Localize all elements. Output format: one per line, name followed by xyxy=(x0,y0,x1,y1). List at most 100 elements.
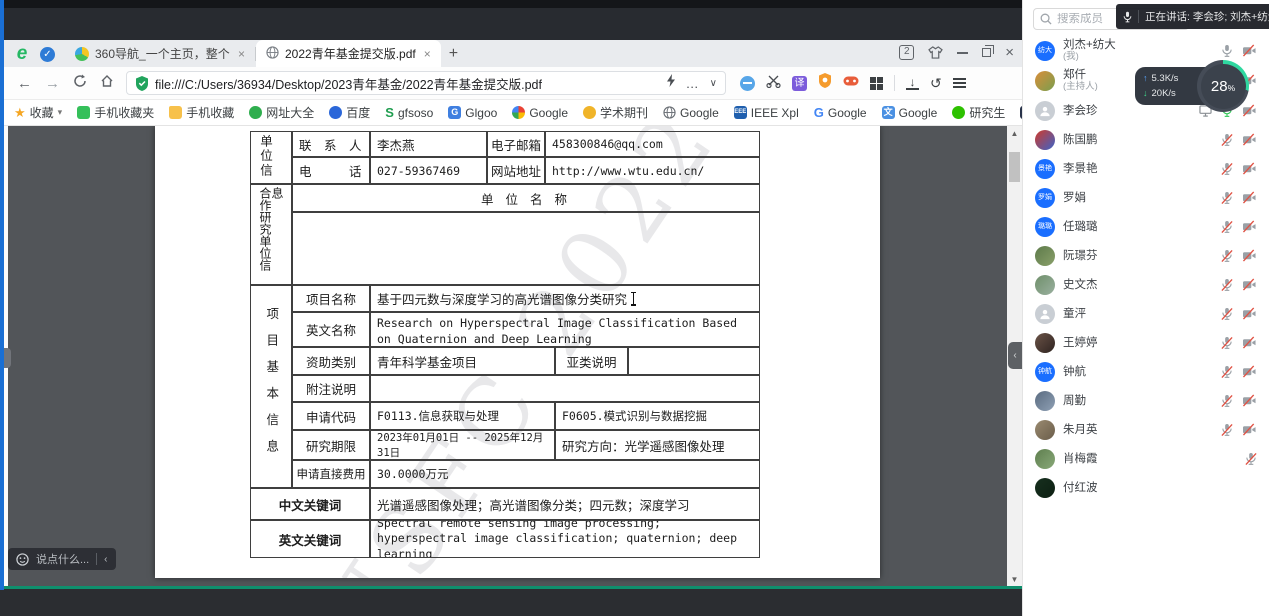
mic-icon[interactable] xyxy=(1221,44,1233,58)
bookmark-item[interactable]: Google xyxy=(512,106,568,120)
toolbar-divider xyxy=(894,75,895,91)
participant-row[interactable]: 周勤 xyxy=(1023,386,1269,415)
refresh-icon[interactable] xyxy=(73,74,87,92)
bookmark-item[interactable]: 网址大全 xyxy=(249,104,314,121)
camera-off-icon[interactable] xyxy=(1242,278,1257,291)
left-panel-handle[interactable] xyxy=(4,348,11,368)
bookmark-item[interactable]: EEEIEEE Xpl xyxy=(734,106,799,120)
participant-row[interactable]: 付红波 xyxy=(1023,473,1269,502)
mic-muted-icon[interactable] xyxy=(1221,278,1233,292)
chevron-down-icon[interactable]: ∨ xyxy=(710,78,717,89)
participant-row[interactable]: 景艳李景艳 xyxy=(1023,154,1269,183)
download-icon[interactable]: ↓ xyxy=(906,77,919,90)
bookmark-caret-icon[interactable]: ▾ xyxy=(58,107,63,118)
mic-muted-icon[interactable] xyxy=(1221,162,1233,176)
tab-pdf-active[interactable]: 2022青年基金提交版.pdf × xyxy=(256,40,441,67)
participant-row[interactable]: 钟航钟航 xyxy=(1023,357,1269,386)
security-check-icon[interactable]: ✓ xyxy=(40,47,55,62)
bookmark-item[interactable]: 学术期刊 xyxy=(583,104,648,121)
home-icon[interactable] xyxy=(100,74,114,92)
mic-muted-icon[interactable] xyxy=(1221,249,1233,263)
more-dots-icon[interactable]: … xyxy=(686,76,700,91)
participant-row[interactable]: 王婷婷 xyxy=(1023,328,1269,357)
tab1-close-icon[interactable]: × xyxy=(236,47,247,61)
url-field[interactable]: file:///C:/Users/36934/Desktop/2023青年基金/… xyxy=(126,71,726,95)
participant-name: 朱月英 xyxy=(1063,424,1098,436)
emoji-icon[interactable] xyxy=(16,553,29,566)
camera-off-icon[interactable] xyxy=(1242,133,1257,146)
close-button[interactable]: × xyxy=(1005,48,1014,58)
scroll-down-icon[interactable]: ▼ xyxy=(1007,572,1022,587)
meeting-bottom-bar xyxy=(0,589,1022,616)
mic-muted-icon[interactable] xyxy=(1221,365,1233,379)
translate-icon[interactable]: 译 xyxy=(792,76,807,91)
shield-extension-icon[interactable] xyxy=(818,73,832,93)
browser-360-logo-icon[interactable]: e xyxy=(12,44,32,64)
participant-row[interactable]: 纺大刘杰+纺大(我) xyxy=(1023,36,1269,65)
camera-off-icon[interactable] xyxy=(1242,44,1257,57)
participant-row[interactable]: 陈国鹏 xyxy=(1023,125,1269,154)
new-tab-button[interactable]: + xyxy=(449,45,458,63)
mic-muted-icon[interactable] xyxy=(1221,307,1233,321)
camera-off-icon[interactable] xyxy=(1242,191,1257,204)
bookmark-item[interactable]: 研究生 xyxy=(952,104,1005,121)
tab-360-nav[interactable]: 360导航_一个主页，整个世界 × xyxy=(65,40,255,67)
cpu-gauge[interactable]: 28% xyxy=(1197,60,1249,112)
bookmark-item[interactable]: Google xyxy=(663,106,719,120)
bookmark-item[interactable]: 文Google xyxy=(882,106,938,120)
bookmark-item[interactable]: Sgfsoso xyxy=(385,105,433,120)
camera-off-icon[interactable] xyxy=(1242,162,1257,175)
camera-off-icon[interactable] xyxy=(1242,104,1257,117)
avatar xyxy=(1035,478,1055,498)
window-top-strip xyxy=(0,0,1022,8)
gamepad-icon[interactable] xyxy=(843,74,859,92)
chat-divider xyxy=(96,553,97,565)
bookmark-item[interactable]: 手机收藏夹 xyxy=(77,104,154,121)
scrollbar-thumb[interactable] xyxy=(1009,152,1020,182)
camera-off-icon[interactable] xyxy=(1242,307,1257,320)
scissors-icon[interactable] xyxy=(766,74,781,93)
theme-shirt-icon[interactable] xyxy=(928,46,943,59)
chat-input-pill[interactable]: 说点什么... ‹ xyxy=(8,548,116,570)
mic-muted-icon[interactable] xyxy=(1221,336,1233,350)
mic-muted-icon[interactable] xyxy=(1221,423,1233,437)
bookmark-item[interactable]: GGoogle xyxy=(814,105,867,120)
apps-grid-icon[interactable] xyxy=(870,77,883,90)
camera-off-icon[interactable] xyxy=(1242,423,1257,436)
chat-collapse-icon[interactable]: ‹ xyxy=(104,554,107,565)
scroll-up-icon[interactable]: ▲ xyxy=(1007,126,1022,141)
camera-off-icon[interactable] xyxy=(1242,336,1257,349)
mic-muted-icon[interactable] xyxy=(1221,133,1233,147)
mic-muted-icon[interactable] xyxy=(1245,452,1257,466)
participant-row[interactable]: 史文杰 xyxy=(1023,270,1269,299)
participant-row[interactable]: 璐璐任璐璐 xyxy=(1023,212,1269,241)
window-count-badge[interactable]: 2 xyxy=(899,45,914,60)
tab2-close-icon[interactable]: × xyxy=(422,47,433,61)
back-icon[interactable]: ← xyxy=(17,75,32,92)
participant-row[interactable]: 阮璟芬 xyxy=(1023,241,1269,270)
undo-icon[interactable]: ↺ xyxy=(930,75,942,92)
participant-row[interactable]: 童泙 xyxy=(1023,299,1269,328)
mic-muted-icon[interactable] xyxy=(1221,394,1233,408)
participant-row[interactable]: 肖梅霞 xyxy=(1023,444,1269,473)
bookmark-item[interactable]: 手机收藏 xyxy=(169,104,234,121)
sidebar-collapse-handle[interactable]: ‹ xyxy=(1008,342,1022,369)
camera-off-icon[interactable] xyxy=(1242,249,1257,262)
camera-off-icon[interactable] xyxy=(1242,220,1257,233)
bookmark-item[interactable]: ★收藏 ▾ xyxy=(14,104,62,121)
bookmark-item[interactable]: 百度 xyxy=(329,104,370,121)
bookmark-item[interactable]: GGlgoo xyxy=(448,106,497,120)
camera-off-icon[interactable] xyxy=(1242,365,1257,378)
minimize-button[interactable] xyxy=(957,52,968,54)
participant-name: 刘杰+纺大(我) xyxy=(1063,39,1116,62)
restore-button[interactable] xyxy=(982,48,991,57)
menu-hamburger-icon[interactable] xyxy=(953,78,966,88)
participant-row[interactable]: 朱月英 xyxy=(1023,415,1269,444)
forward-icon[interactable]: → xyxy=(45,75,60,92)
participant-row[interactable]: 罗娟罗娟 xyxy=(1023,183,1269,212)
mic-muted-icon[interactable] xyxy=(1221,191,1233,205)
mic-muted-icon[interactable] xyxy=(1221,220,1233,234)
camera-off-icon[interactable] xyxy=(1242,394,1257,407)
lightning-icon[interactable] xyxy=(666,74,676,92)
adblock-icon[interactable] xyxy=(740,76,755,91)
